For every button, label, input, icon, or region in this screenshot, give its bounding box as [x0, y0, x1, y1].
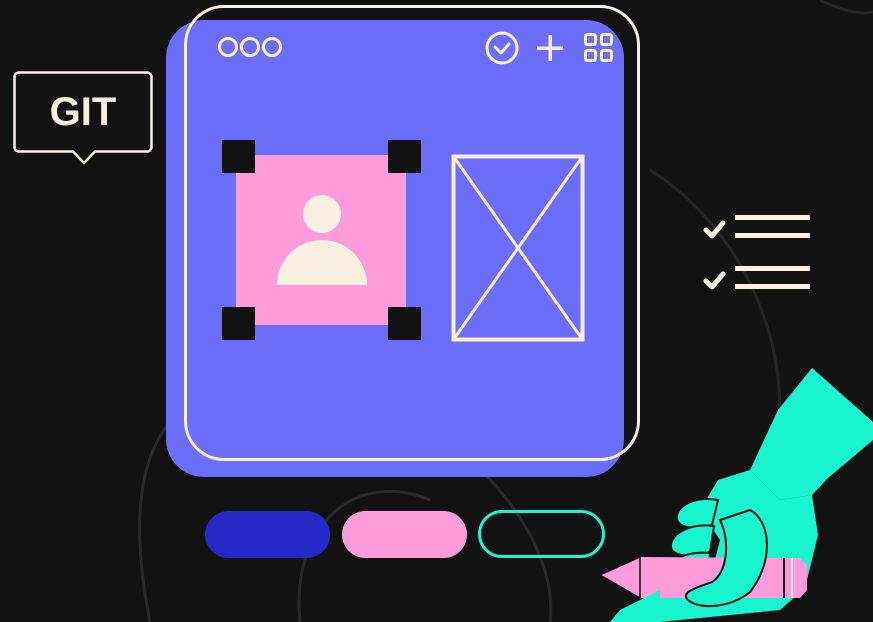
resize-handle-top-right[interactable]: [388, 140, 421, 173]
outline-pill-button[interactable]: [478, 510, 605, 558]
window-dot: [262, 37, 282, 57]
checklist-icon: [703, 215, 810, 290]
window-dot: [240, 37, 260, 57]
git-label: GIT: [49, 89, 117, 134]
user-icon: [277, 195, 367, 285]
window-dot: [218, 37, 238, 57]
plus-icon[interactable]: [535, 33, 565, 63]
resize-handle-bottom-left[interactable]: [222, 307, 255, 340]
check-circle-icon[interactable]: [484, 30, 520, 66]
profile-card[interactable]: [236, 155, 406, 325]
grid-icon[interactable]: [583, 32, 615, 64]
image-placeholder-icon[interactable]: [451, 154, 585, 342]
resize-handle-top-left[interactable]: [222, 140, 255, 173]
resize-handle-bottom-right[interactable]: [388, 307, 421, 340]
illustration-canvas: GIT: [0, 0, 873, 622]
three-circles-icon[interactable]: [218, 37, 282, 57]
git-badge: GIT: [13, 71, 153, 165]
pink-pill-button[interactable]: [342, 511, 467, 558]
hand-with-pencil: [600, 368, 873, 622]
navy-pill-button[interactable]: [205, 511, 330, 558]
